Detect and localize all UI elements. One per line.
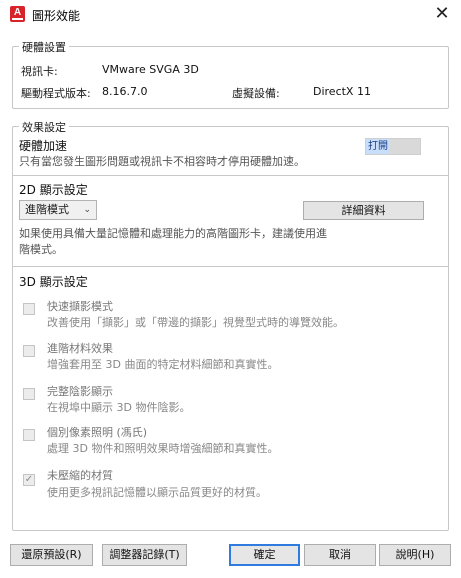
- dropdown-value: 進階模式: [25, 203, 69, 216]
- autocad-app-icon: A: [10, 6, 25, 22]
- full-shadow-checkbox[interactable]: [23, 388, 35, 400]
- fast-shading-checkbox[interactable]: [23, 303, 35, 315]
- details-button[interactable]: 詳細資料: [303, 201, 424, 220]
- hw-accel-description: 只有當您發生圖形問題或視訊卡不相容時才停用硬體加速。: [19, 155, 305, 168]
- hw-accel-toggle-label: 打開: [366, 139, 390, 154]
- hw-accel-toggle[interactable]: 打開: [365, 138, 421, 155]
- per-pixel-lighting-description: 處理 3D 物件和照明效果時增強細節和真實性。: [47, 442, 279, 455]
- full-shadow-description: 在視埠中顯示 3D 物件陰影。: [47, 401, 191, 414]
- full-shadow-title: 完整陰影顯示: [47, 385, 113, 398]
- fast-shading-title: 快速擷影模式: [47, 300, 113, 313]
- hardware-settings-legend: 硬體設置: [19, 39, 69, 55]
- uncompressed-texture-title: 未壓縮的材質: [47, 469, 113, 482]
- display-2d-description-line1: 如果使用具備大量記憶體和處理能力的高階圖形卡，建議使用進: [19, 227, 327, 240]
- advanced-material-checkbox[interactable]: [23, 345, 35, 357]
- restore-defaults-button[interactable]: 還原預設(R): [10, 544, 93, 566]
- advanced-material-title: 進階材料效果: [47, 342, 113, 355]
- driver-version-label: 驅動程式版本:: [21, 87, 91, 100]
- display-2d-mode-dropdown[interactable]: 進階模式 ⌄: [19, 200, 97, 220]
- effect-settings-group: 效果設定 硬體加速 打開 只有當您發生圖形問題或視訊卡不相容時才停用硬體加速。 …: [12, 119, 449, 531]
- divider: [13, 175, 448, 176]
- per-pixel-lighting-checkbox[interactable]: [23, 429, 35, 441]
- driver-version-value: 8.16.7.0: [102, 85, 148, 98]
- virtual-device-value: DirectX 11: [313, 85, 371, 98]
- hw-accel-title: 硬體加速: [19, 139, 68, 153]
- advanced-material-description: 增強套用至 3D 曲面的特定材料細節和真實性。: [47, 358, 279, 371]
- display-2d-title: 2D 顯示設定: [19, 183, 88, 197]
- help-button[interactable]: 說明(H): [379, 544, 451, 566]
- fast-shading-description: 改善使用「擷影」或「帶邊的擷影」視覺型式時的導覽效能。: [47, 316, 344, 329]
- cancel-button[interactable]: 取消: [304, 544, 376, 566]
- divider: [13, 266, 448, 267]
- ok-button[interactable]: 確定: [229, 544, 300, 566]
- hardware-settings-group: 硬體設置 視訊卡: VMware SVGA 3D 驅動程式版本: 8.16.7.…: [12, 39, 449, 109]
- uncompressed-texture-description: 使用更多視訊記憶體以顯示品質更好的材質。: [47, 486, 267, 499]
- display-3d-title: 3D 顯示設定: [19, 275, 88, 289]
- display-2d-description-line2: 階模式。: [19, 243, 63, 256]
- effect-settings-legend: 效果設定: [19, 119, 69, 135]
- tuner-log-button[interactable]: 調整器記錄(T): [102, 544, 187, 566]
- virtual-device-label: 虛擬設備:: [232, 87, 280, 100]
- video-card-label: 視訊卡:: [21, 65, 58, 78]
- title-bar: A 圖形效能 ✕: [0, 0, 461, 30]
- close-icon[interactable]: ✕: [431, 4, 453, 26]
- chevron-down-icon: ⌄: [83, 205, 91, 215]
- window-title: 圖形效能: [32, 9, 81, 23]
- uncompressed-texture-checkbox[interactable]: ✓: [23, 474, 35, 486]
- checkmark-icon: ✓: [24, 474, 34, 485]
- video-card-value: VMware SVGA 3D: [102, 63, 199, 76]
- per-pixel-lighting-title: 個別像素照明 (馮氏): [47, 426, 148, 439]
